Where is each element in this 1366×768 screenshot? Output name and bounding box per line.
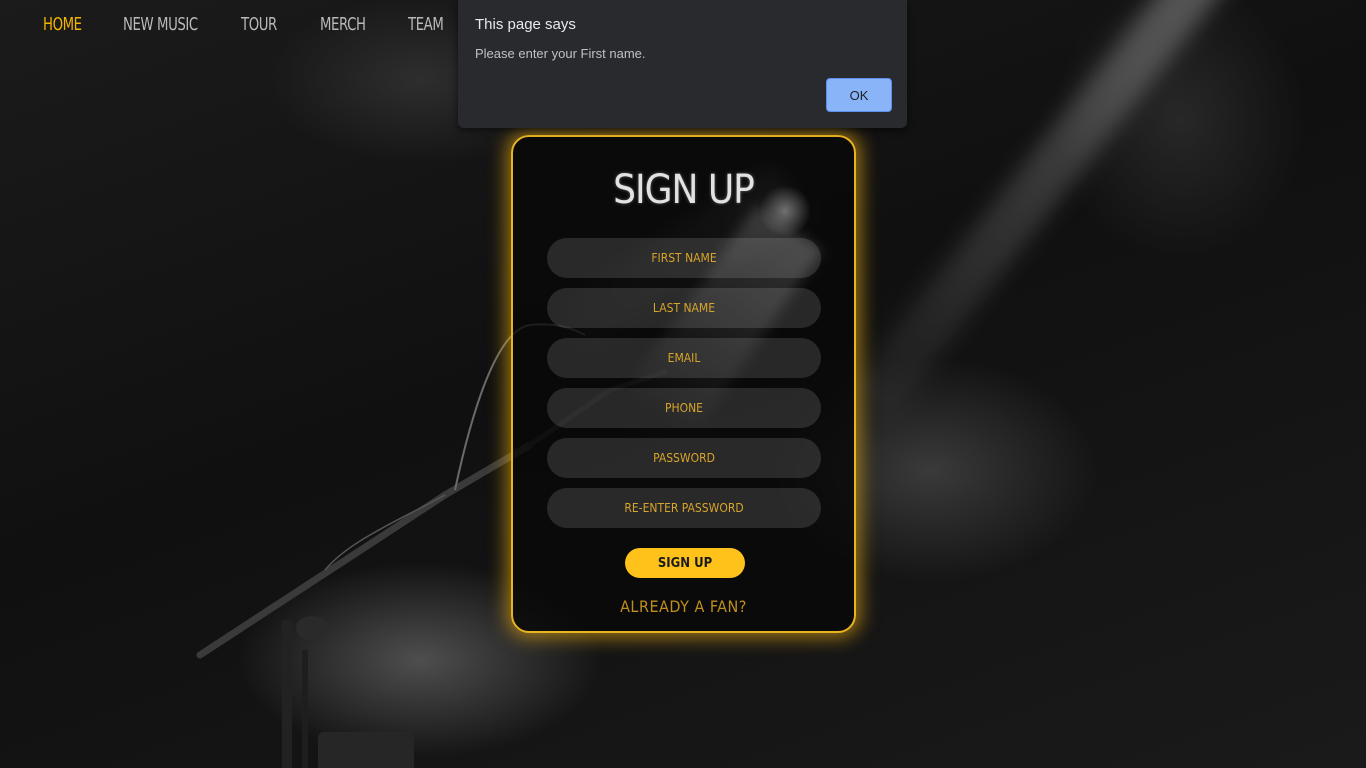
signup-card: SIGN UP SIGN UP ALREADY A FAN? (511, 135, 856, 633)
nav-tour-link[interactable]: TOUR (241, 14, 277, 35)
ok-button[interactable]: OK (826, 78, 892, 112)
nav-new-music-link[interactable]: NEW MUSIC (123, 14, 198, 35)
already-a-fan-link[interactable]: ALREADY A FAN? (513, 597, 854, 616)
password-field[interactable] (547, 438, 821, 478)
dialog-message: Please enter your First name. (475, 46, 646, 61)
last-name-field[interactable] (547, 288, 821, 328)
nav-merch-link[interactable]: MERCH (320, 14, 366, 35)
phone-field[interactable] (547, 388, 821, 428)
signup-title: SIGN UP (613, 167, 755, 213)
nav-home-link[interactable]: HOME (43, 14, 82, 35)
nav-team-link[interactable]: TEAM (408, 14, 444, 35)
dialog-title: This page says (475, 16, 576, 33)
reenter-password-field[interactable] (547, 488, 821, 528)
email-field[interactable] (547, 338, 821, 378)
first-name-field[interactable] (547, 238, 821, 278)
alert-dialog: This page says Please enter your First n… (458, 0, 907, 128)
signup-button[interactable]: SIGN UP (625, 548, 745, 578)
